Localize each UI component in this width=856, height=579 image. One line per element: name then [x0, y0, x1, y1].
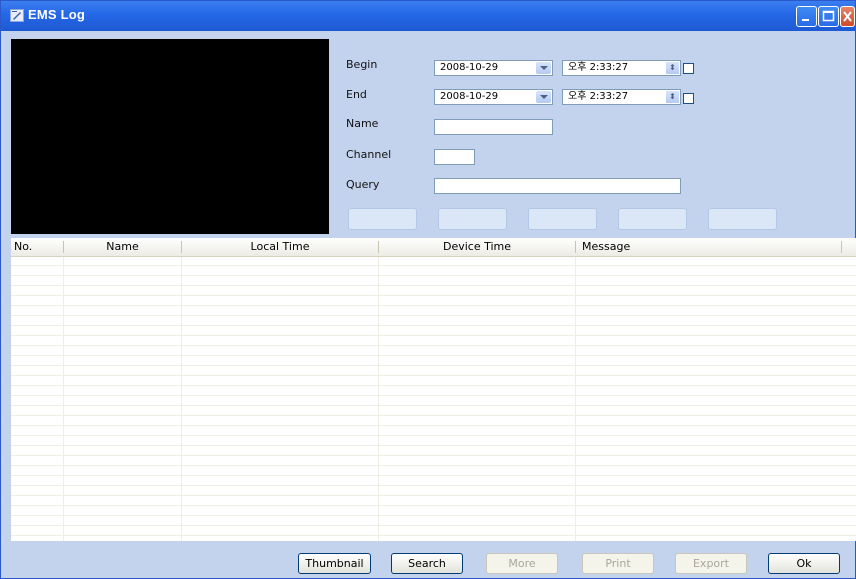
end-label: End	[346, 88, 367, 101]
table-row	[11, 375, 856, 376]
table-row	[11, 395, 856, 396]
name-field[interactable]	[434, 119, 553, 135]
video-preview	[11, 39, 329, 234]
table-row	[11, 315, 856, 316]
table-row	[11, 465, 856, 466]
action-button-4[interactable]	[618, 208, 687, 230]
table-row	[11, 435, 856, 436]
more-button[interactable]: More	[486, 553, 558, 574]
search-button[interactable]: Search	[391, 553, 463, 574]
print-button[interactable]: Print	[582, 553, 654, 574]
window-title: EMS Log	[28, 7, 86, 22]
app-icon	[10, 9, 24, 22]
title-bar[interactable]: EMS Log	[1, 1, 855, 31]
table-row	[11, 325, 856, 326]
ok-button[interactable]: Ok	[768, 553, 840, 574]
minimize-icon[interactable]	[796, 6, 817, 27]
chevron-down-icon[interactable]	[536, 91, 551, 103]
end-time-picker[interactable]: 오후 2:33:27 ⬍	[562, 89, 681, 105]
end-time-value: 오후 2:33:27	[568, 91, 629, 102]
chevron-down-icon[interactable]	[536, 62, 551, 74]
begin-date-value: 2008-10-29	[440, 62, 499, 73]
begin-date-picker[interactable]: 2008-10-29	[434, 60, 553, 76]
table-row	[11, 355, 856, 356]
table-row	[11, 485, 856, 486]
column-name[interactable]: Name	[64, 238, 181, 256]
table-row	[11, 265, 856, 266]
column-device-time[interactable]: Device Time	[379, 238, 575, 256]
table-row	[11, 495, 856, 496]
table-row	[11, 285, 856, 286]
begin-label: Begin	[346, 58, 378, 71]
spinner-icon[interactable]: ⬍	[666, 62, 679, 74]
action-button-2[interactable]	[438, 208, 507, 230]
end-date-value: 2008-10-29	[440, 91, 499, 102]
close-icon[interactable]	[840, 6, 855, 27]
table-row	[11, 295, 856, 296]
column-message[interactable]: Message	[579, 238, 842, 256]
action-button-3[interactable]	[528, 208, 597, 230]
table-row	[11, 515, 856, 516]
table-row	[11, 415, 856, 416]
table-row	[11, 305, 856, 306]
action-button-5[interactable]	[708, 208, 777, 230]
spinner-icon[interactable]: ⬍	[666, 91, 679, 103]
table-row	[11, 425, 856, 426]
table-row	[11, 275, 856, 276]
table-header: No. Name Local Time Device Time Message	[11, 238, 856, 257]
query-field[interactable]	[434, 178, 681, 194]
table-row	[11, 445, 856, 446]
begin-time-picker[interactable]: 오후 2:33:27 ⬍	[562, 60, 681, 76]
export-button[interactable]: Export	[675, 553, 747, 574]
table-row	[11, 405, 856, 406]
table-row	[11, 345, 856, 346]
ems-log-window: EMS Log Begin 2008-10-29 오후 2:33:27 ⬍ En…	[0, 0, 856, 579]
table-row	[11, 525, 856, 526]
begin-time-value: 오후 2:33:27	[568, 62, 629, 73]
end-time-checkbox[interactable]	[683, 93, 694, 104]
log-table[interactable]: No. Name Local Time Device Time Message	[11, 238, 856, 541]
table-row	[11, 335, 856, 336]
table-row	[11, 455, 856, 456]
query-label: Query	[346, 178, 380, 191]
column-no[interactable]: No.	[11, 238, 64, 256]
end-date-picker[interactable]: 2008-10-29	[434, 89, 553, 105]
begin-time-checkbox[interactable]	[683, 63, 694, 74]
table-row	[11, 385, 856, 386]
table-row	[11, 365, 856, 366]
table-row	[11, 535, 856, 536]
thumbnail-button[interactable]: Thumbnail	[298, 553, 371, 574]
table-row	[11, 505, 856, 506]
action-button-1[interactable]	[348, 208, 417, 230]
column-local-time[interactable]: Local Time	[182, 238, 378, 256]
table-row	[11, 475, 856, 476]
maximize-icon[interactable]	[818, 6, 839, 27]
name-label: Name	[346, 117, 379, 130]
channel-label: Channel	[346, 148, 392, 161]
channel-field[interactable]	[434, 149, 475, 165]
